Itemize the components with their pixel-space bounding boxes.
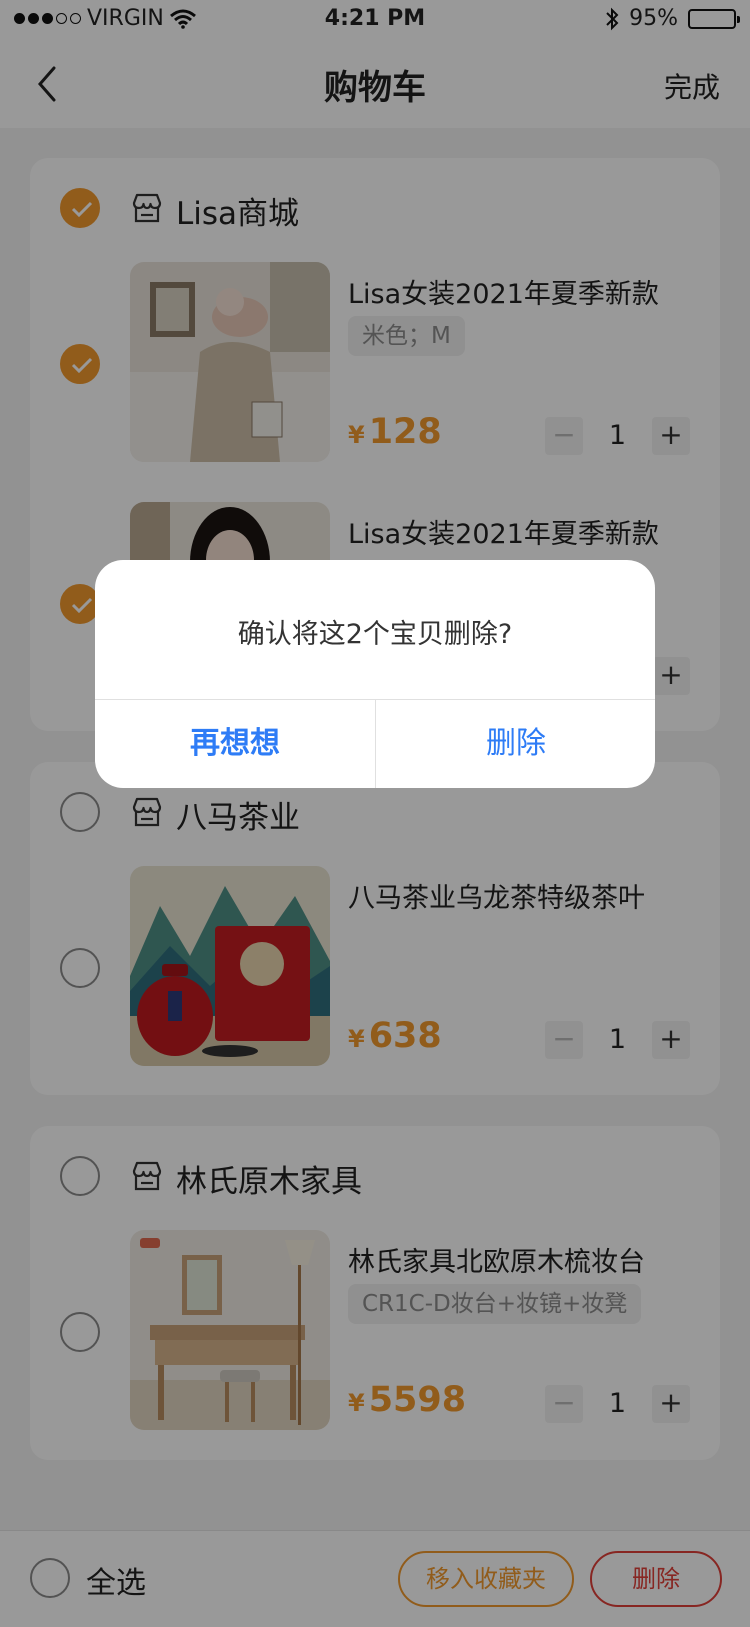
confirm-delete-dialog: 确认将这2个宝贝删除? 再想想 删除 [95,560,655,788]
dialog-cancel-button[interactable]: 再想想 [95,700,375,788]
dialog-message: 确认将这2个宝贝删除? [237,619,513,650]
modal-overlay[interactable] [0,0,750,1627]
dialog-confirm-delete-button[interactable]: 删除 [376,700,655,788]
